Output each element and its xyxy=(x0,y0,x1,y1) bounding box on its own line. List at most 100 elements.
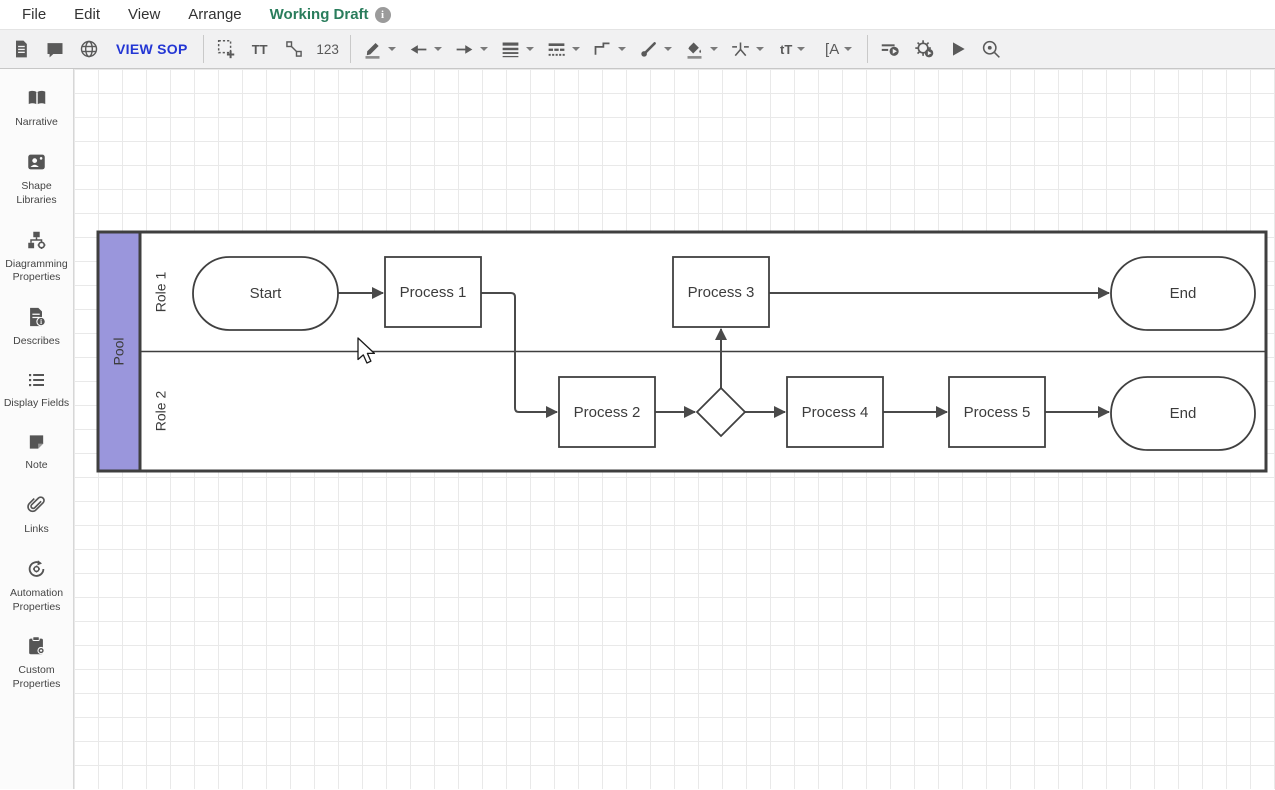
pool-label: Pool xyxy=(111,337,127,365)
menu-edit[interactable]: Edit xyxy=(60,6,114,23)
sidebar-item-diagramming-properties[interactable]: Diagramming Properties xyxy=(0,219,73,297)
chevron-down-icon xyxy=(797,47,805,51)
sidebar-item-label: Display Fields xyxy=(4,397,69,411)
fill-color-button[interactable] xyxy=(678,34,724,64)
menu-file[interactable]: File xyxy=(8,6,60,23)
connection-point-button[interactable] xyxy=(724,34,770,64)
node-process4[interactable]: Process 4 xyxy=(787,377,883,447)
zoom-button[interactable] xyxy=(975,34,1009,64)
sidebar-item-narrative[interactable]: Narrative xyxy=(0,77,73,141)
line-color-button[interactable] xyxy=(356,34,402,64)
text-tool-button[interactable]: TT xyxy=(243,34,277,64)
connector-tool-button[interactable] xyxy=(277,34,311,64)
font-size-button[interactable]: tT xyxy=(770,34,816,64)
arrowhead-end-button[interactable] xyxy=(448,34,494,64)
text-tool-icon: TT xyxy=(252,42,268,57)
text-block-button[interactable]: [A xyxy=(816,34,862,64)
sidebar-item-label: Automation Properties xyxy=(2,587,71,615)
node-process3[interactable]: Process 3 xyxy=(673,257,769,327)
document-status[interactable]: Working Draft xyxy=(256,6,375,23)
marquee-select-button[interactable] xyxy=(209,34,243,64)
node-process5[interactable]: Process 5 xyxy=(949,377,1045,447)
sidebar-item-automation-properties[interactable]: Automation Properties xyxy=(0,548,73,626)
sidebar-item-custom-properties[interactable]: Custom Properties xyxy=(0,625,73,703)
comment-icon xyxy=(45,39,65,59)
zoom-icon xyxy=(981,39,1002,60)
toolbar-divider xyxy=(867,35,868,63)
clipboard-gear-icon xyxy=(25,635,48,657)
sidebar-item-label: Narrative xyxy=(15,116,58,130)
number-tool-button[interactable]: 123 xyxy=(311,34,345,64)
sidebar-item-label: Describes xyxy=(13,335,60,349)
diagram-canvas[interactable]: Pool Role 1 Role 2 Start xyxy=(74,69,1275,789)
svg-text:Process 2: Process 2 xyxy=(574,404,641,421)
fill-color-icon xyxy=(684,39,705,60)
connector-tool-icon xyxy=(284,39,304,59)
menu-view[interactable]: View xyxy=(114,6,174,23)
elbow-connector-icon xyxy=(592,39,613,60)
book-icon xyxy=(25,87,49,109)
node-process1[interactable]: Process 1 xyxy=(385,257,481,327)
svg-text:Process 5: Process 5 xyxy=(964,404,1031,421)
language-button[interactable] xyxy=(72,34,106,64)
connector-style-button[interactable] xyxy=(586,34,632,64)
diagram-gear-icon xyxy=(25,229,48,251)
lane-label-role2: Role 2 xyxy=(153,391,169,432)
connection-point-icon xyxy=(730,39,751,60)
svg-text:i: i xyxy=(40,319,42,326)
info-icon[interactable]: i xyxy=(375,7,391,23)
sidebar-item-display-fields[interactable]: Display Fields xyxy=(0,360,73,422)
chevron-down-icon xyxy=(844,47,852,51)
menu-bar: File Edit View Arrange Working Draft i xyxy=(0,0,1275,30)
brush-button[interactable] xyxy=(632,34,678,64)
node-start[interactable]: Start xyxy=(193,257,338,330)
line-width-icon xyxy=(500,39,521,60)
line-style-button[interactable] xyxy=(540,34,586,64)
node-process2[interactable]: Process 2 xyxy=(559,377,655,447)
line-style-icon xyxy=(546,39,567,60)
brush-icon xyxy=(638,39,659,60)
shape-library-icon xyxy=(25,151,48,173)
view-sop-button[interactable]: VIEW SOP xyxy=(106,34,198,64)
document-info-icon: i xyxy=(25,306,48,328)
chevron-down-icon xyxy=(664,47,672,51)
svg-text:End: End xyxy=(1170,285,1197,302)
arrowhead-start-button[interactable] xyxy=(402,34,448,64)
sidebar-item-label: Shape Libraries xyxy=(2,180,71,208)
chevron-down-icon xyxy=(434,47,442,51)
menu-arrange[interactable]: Arrange xyxy=(174,6,255,23)
node-end-role1[interactable]: End xyxy=(1111,257,1255,330)
sidebar-item-shape-libraries[interactable]: Shape Libraries xyxy=(0,141,73,219)
sidebar-item-note[interactable]: Note xyxy=(0,422,73,484)
automation-settings-button[interactable] xyxy=(907,34,941,64)
chevron-down-icon xyxy=(710,47,718,51)
automation-icon xyxy=(25,558,48,580)
sidebar-item-label: Links xyxy=(24,523,49,537)
view-sop-label: VIEW SOP xyxy=(106,41,198,57)
lane-label-role1: Role 1 xyxy=(153,272,169,313)
sidebar-item-label: Diagramming Properties xyxy=(2,258,71,286)
line-width-button[interactable] xyxy=(494,34,540,64)
marquee-select-icon xyxy=(215,38,237,60)
globe-icon xyxy=(79,39,99,59)
node-end-role2[interactable]: End xyxy=(1111,377,1255,450)
number-tool-icon: 123 xyxy=(316,42,339,57)
automation-gear-icon xyxy=(913,38,935,60)
comment-button[interactable] xyxy=(38,34,72,64)
toolbar: VIEW SOP TT 123 xyxy=(0,30,1275,69)
chevron-down-icon xyxy=(756,47,764,51)
paperclip-icon xyxy=(26,494,48,516)
toolbar-divider xyxy=(350,35,351,63)
svg-text:Process 4: Process 4 xyxy=(802,404,869,421)
svg-text:Start: Start xyxy=(250,285,283,302)
filter-run-button[interactable] xyxy=(873,34,907,64)
line-color-pencil-icon xyxy=(362,39,383,60)
play-button[interactable] xyxy=(941,34,975,64)
text-block-icon: [A xyxy=(825,41,839,58)
chevron-down-icon xyxy=(572,47,580,51)
document-button[interactable] xyxy=(4,34,38,64)
note-icon xyxy=(25,432,48,452)
arrowhead-end-icon xyxy=(454,39,475,60)
sidebar-item-describes[interactable]: i Describes xyxy=(0,296,73,360)
sidebar-item-links[interactable]: Links xyxy=(0,484,73,548)
